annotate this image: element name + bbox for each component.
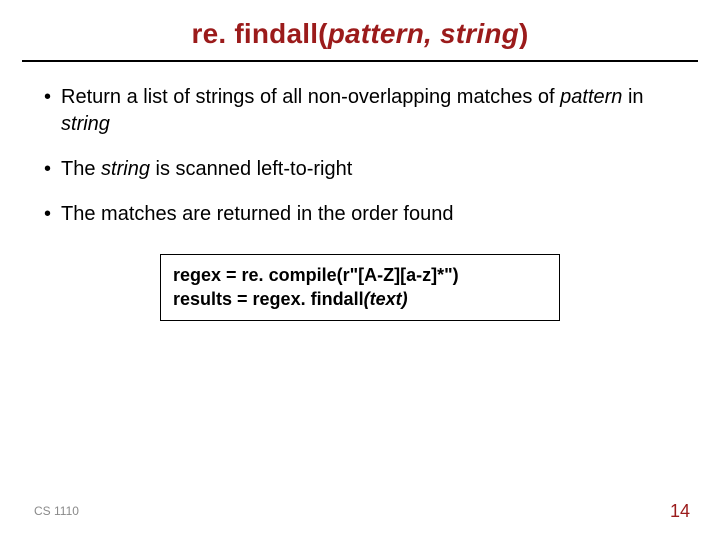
- title-wrap: re. findall(pattern, string): [0, 0, 720, 50]
- slide: re. findall(pattern, string) • Return a …: [0, 0, 720, 540]
- text-run-string: string: [101, 158, 150, 180]
- code-line: results = regex. findall(text): [173, 287, 547, 311]
- bullet-icon: •: [44, 201, 51, 228]
- text-run: is scanned left-to-right: [150, 158, 352, 180]
- text-run: The: [61, 158, 101, 180]
- title-suffix: ): [519, 18, 529, 49]
- bullet-item: • Return a list of strings of all non-ov…: [44, 84, 676, 138]
- bullet-text: The string is scanned left-to-right: [61, 156, 676, 183]
- text-run-pattern: pattern: [560, 86, 622, 108]
- code-run: ): [453, 265, 459, 285]
- slide-body: • Return a list of strings of all non-ov…: [0, 62, 720, 321]
- bullet-item: • The string is scanned left-to-right: [44, 156, 676, 183]
- bullet-icon: •: [44, 84, 51, 111]
- text-run: in: [622, 86, 643, 108]
- code-run: r"[A-Z][a-z]*": [343, 265, 453, 285]
- text-run: The matches are returned in the order fo…: [61, 203, 453, 225]
- bullet-item: • The matches are returned in the order …: [44, 201, 676, 228]
- text-run: Return a list of strings of all non-over…: [61, 86, 560, 108]
- slide-title: re. findall(pattern, string): [192, 18, 529, 49]
- title-prefix: re. findall(: [192, 18, 328, 49]
- code-run: (text): [364, 289, 408, 309]
- footer-course: CS 1110: [34, 504, 79, 518]
- bullet-text: Return a list of strings of all non-over…: [61, 84, 676, 138]
- code-box: regex = re. compile(r"[A-Z][a-z]*") resu…: [160, 254, 560, 321]
- code-line: regex = re. compile(r"[A-Z][a-z]*"): [173, 263, 547, 287]
- text-run-string: string: [61, 113, 110, 135]
- bullet-text: The matches are returned in the order fo…: [61, 201, 676, 228]
- page-number: 14: [670, 501, 690, 522]
- title-args: pattern, string: [328, 18, 519, 49]
- bullet-icon: •: [44, 156, 51, 183]
- code-run: results = regex. findall: [173, 289, 364, 309]
- code-run: regex = re. compile(: [173, 265, 343, 285]
